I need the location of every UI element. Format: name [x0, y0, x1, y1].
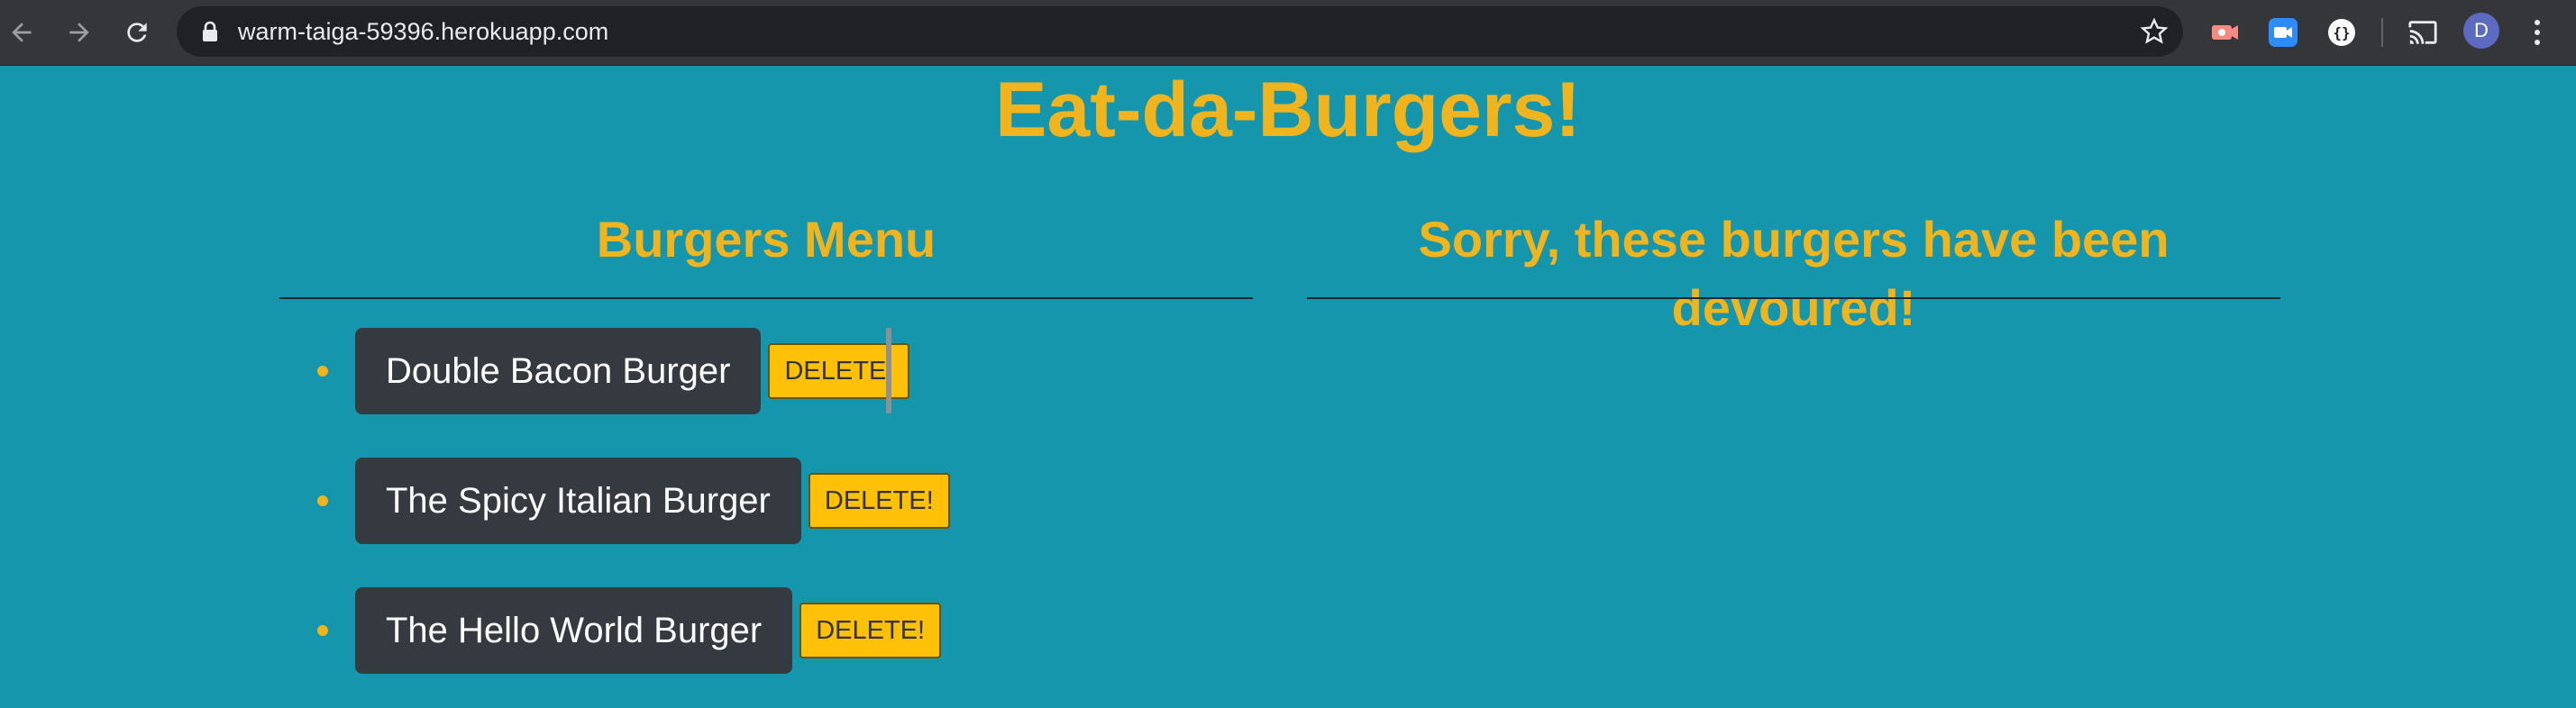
url-text: warm-taiga-59396.herokuapp.com: [238, 18, 609, 45]
more-menu-icon[interactable]: [2524, 13, 2551, 52]
bullet-icon: [317, 495, 328, 506]
browser-toolbar: warm-taiga-59396.herokuapp.com {} D: [0, 0, 2576, 66]
zoom-extension-icon[interactable]: [2267, 16, 2299, 49]
address-bar[interactable]: warm-taiga-59396.herokuapp.com: [177, 6, 2183, 57]
devoured-divider: [1307, 297, 2280, 299]
burger-name: The Hello World Burger: [355, 587, 793, 674]
burger-list-item: The Spicy Italian Burger DELETE!: [317, 458, 950, 544]
page-title: Eat-da-Burgers!: [995, 67, 1581, 153]
focus-marker: [886, 328, 891, 413]
burger-name: Double Bacon Burger: [355, 328, 762, 414]
bullet-icon: [317, 625, 328, 636]
reload-icon[interactable]: [117, 13, 157, 52]
video-extension-icon[interactable]: [2208, 16, 2241, 49]
code-extension-icon[interactable]: {}: [2325, 16, 2358, 49]
burger-list-item: Double Bacon Burger DELETE!: [317, 328, 910, 414]
burger-list-item: The Hello World Burger DELETE!: [317, 587, 942, 674]
delete-button[interactable]: DELETE!: [808, 473, 950, 529]
profile-avatar[interactable]: D: [2463, 13, 2499, 49]
delete-button[interactable]: DELETE!: [799, 603, 942, 658]
cast-icon[interactable]: [2407, 16, 2439, 49]
forward-icon[interactable]: [59, 13, 99, 52]
burger-name: The Spicy Italian Burger: [355, 458, 801, 544]
burgers-menu-heading: Burgers Menu: [596, 211, 936, 268]
lock-icon: [203, 21, 217, 41]
back-icon[interactable]: [2, 13, 41, 52]
menu-divider: [279, 297, 1253, 299]
bookmark-star-icon[interactable]: [2140, 17, 2169, 46]
bullet-icon: [317, 366, 328, 377]
devoured-heading: Sorry, these burgers have been devoured!: [1418, 211, 2170, 336]
toolbar-divider: [2381, 18, 2383, 47]
svg-text:{}: {}: [2333, 24, 2350, 41]
